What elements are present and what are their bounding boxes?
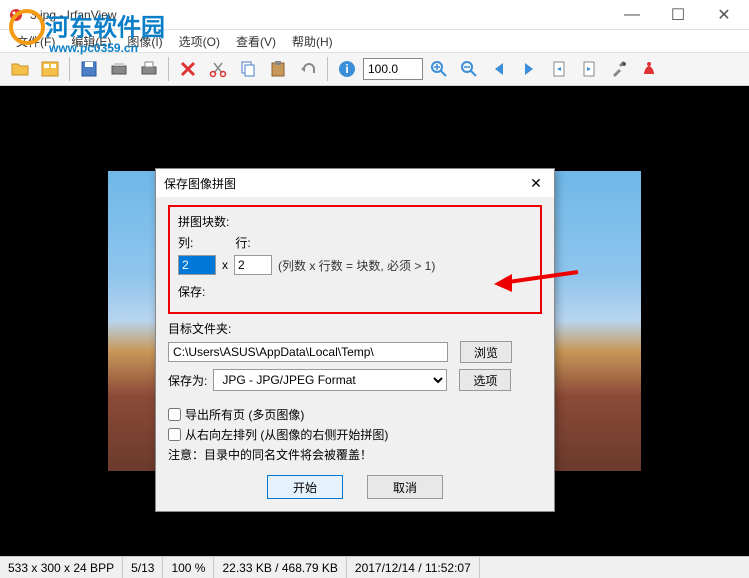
separator [327, 57, 328, 81]
menubar: 文件(F) 编辑(E) 图像(I) 选项(O) 查看(V) 帮助(H) [0, 30, 749, 52]
separator [69, 57, 70, 81]
thumbnails-button[interactable] [36, 55, 64, 83]
menu-options[interactable]: 选项(O) [171, 31, 228, 52]
prev-button[interactable] [485, 55, 513, 83]
zoom-in-button[interactable] [425, 55, 453, 83]
columns-label: 列: [178, 234, 193, 251]
columns-input[interactable] [178, 255, 216, 275]
cancel-button[interactable]: 取消 [367, 475, 443, 499]
target-folder-input[interactable] [168, 342, 448, 362]
blocks-hint: (列数 x 行数 = 块数, 必须 > 1) [278, 257, 435, 274]
print-button[interactable] [135, 55, 163, 83]
save-group-label: 保存: [178, 283, 532, 300]
saveas-label: 保存为: [168, 372, 207, 389]
next-button[interactable] [515, 55, 543, 83]
delete-button[interactable] [174, 55, 202, 83]
app-icon [8, 7, 24, 23]
menu-file[interactable]: 文件(F) [8, 31, 63, 52]
browse-button[interactable]: 浏览 [460, 341, 512, 363]
close-window-button[interactable]: ✕ [701, 0, 747, 30]
settings-button[interactable] [605, 55, 633, 83]
copy-button[interactable] [234, 55, 262, 83]
dialog-title: 保存图像拼图 [164, 175, 236, 192]
export-all-checkbox-row[interactable]: 导出所有页 (多页图像) [168, 406, 542, 423]
toolbar: i [0, 52, 749, 86]
menu-edit[interactable]: 编辑(E) [63, 31, 119, 52]
statusbar: 533 x 300 x 24 BPP 5/13 100 % 22.33 KB /… [0, 556, 749, 578]
rtl-checkbox-row[interactable]: 从右向左排列 (从图像的右侧开始拼图) [168, 426, 542, 443]
format-select[interactable]: JPG - JPG/JPEG Format [213, 369, 447, 391]
menu-help[interactable]: 帮助(H) [284, 31, 341, 52]
blocks-group-label: 拼图块数: [178, 213, 532, 230]
rtl-label: 从右向左排列 (从图像的右侧开始拼图) [185, 426, 388, 443]
export-all-checkbox[interactable] [168, 408, 181, 421]
status-zoom: 100 % [163, 557, 214, 578]
dialog-close-button[interactable]: ✕ [526, 175, 546, 192]
options-button[interactable]: 选项 [459, 369, 511, 391]
scan-button[interactable] [105, 55, 133, 83]
titlebar: 3.jpg - IrfanView — ☐ ✕ [0, 0, 749, 30]
separator [168, 57, 169, 81]
rows-input[interactable] [234, 255, 272, 275]
status-datetime: 2017/12/14 / 11:52:07 [347, 557, 480, 578]
multiply-label: x [222, 258, 228, 272]
dialog-titlebar: 保存图像拼图 ✕ [156, 169, 554, 197]
zoom-input[interactable] [363, 58, 423, 80]
menu-view[interactable]: 查看(V) [228, 31, 284, 52]
app-icon-button[interactable] [635, 55, 663, 83]
overwrite-warning: 注意：目录中的同名文件将会被覆盖！ [168, 446, 542, 463]
save-button[interactable] [75, 55, 103, 83]
target-folder-label: 目标文件夹: [168, 320, 542, 337]
export-all-label: 导出所有页 (多页图像) [185, 406, 304, 423]
paste-button[interactable] [264, 55, 292, 83]
svg-text:i: i [345, 62, 348, 76]
start-button[interactable]: 开始 [267, 475, 343, 499]
undo-button[interactable] [294, 55, 322, 83]
status-filesize: 22.33 KB / 468.79 KB [214, 557, 346, 578]
open-button[interactable] [6, 55, 34, 83]
status-dimensions: 533 x 300 x 24 BPP [0, 557, 123, 578]
status-page: 5/13 [123, 557, 163, 578]
window-title: 3.jpg - IrfanView [30, 8, 609, 22]
rows-label: 行: [235, 234, 250, 251]
info-button[interactable]: i [333, 55, 361, 83]
menu-image[interactable]: 图像(I) [119, 31, 170, 52]
annotation-highlight-box: 拼图块数: 列: 行: x (列数 x 行数 = 块数, 必须 > 1) 保存: [168, 205, 542, 314]
zoom-out-button[interactable] [455, 55, 483, 83]
cut-button[interactable] [204, 55, 232, 83]
rtl-checkbox[interactable] [168, 428, 181, 441]
next-page-button[interactable] [575, 55, 603, 83]
save-panorama-dialog: 保存图像拼图 ✕ 拼图块数: 列: 行: x (列数 x 行数 = 块数, 必须… [155, 168, 555, 512]
maximize-button[interactable]: ☐ [655, 0, 701, 30]
prev-page-button[interactable] [545, 55, 573, 83]
minimize-button[interactable]: — [609, 0, 655, 30]
